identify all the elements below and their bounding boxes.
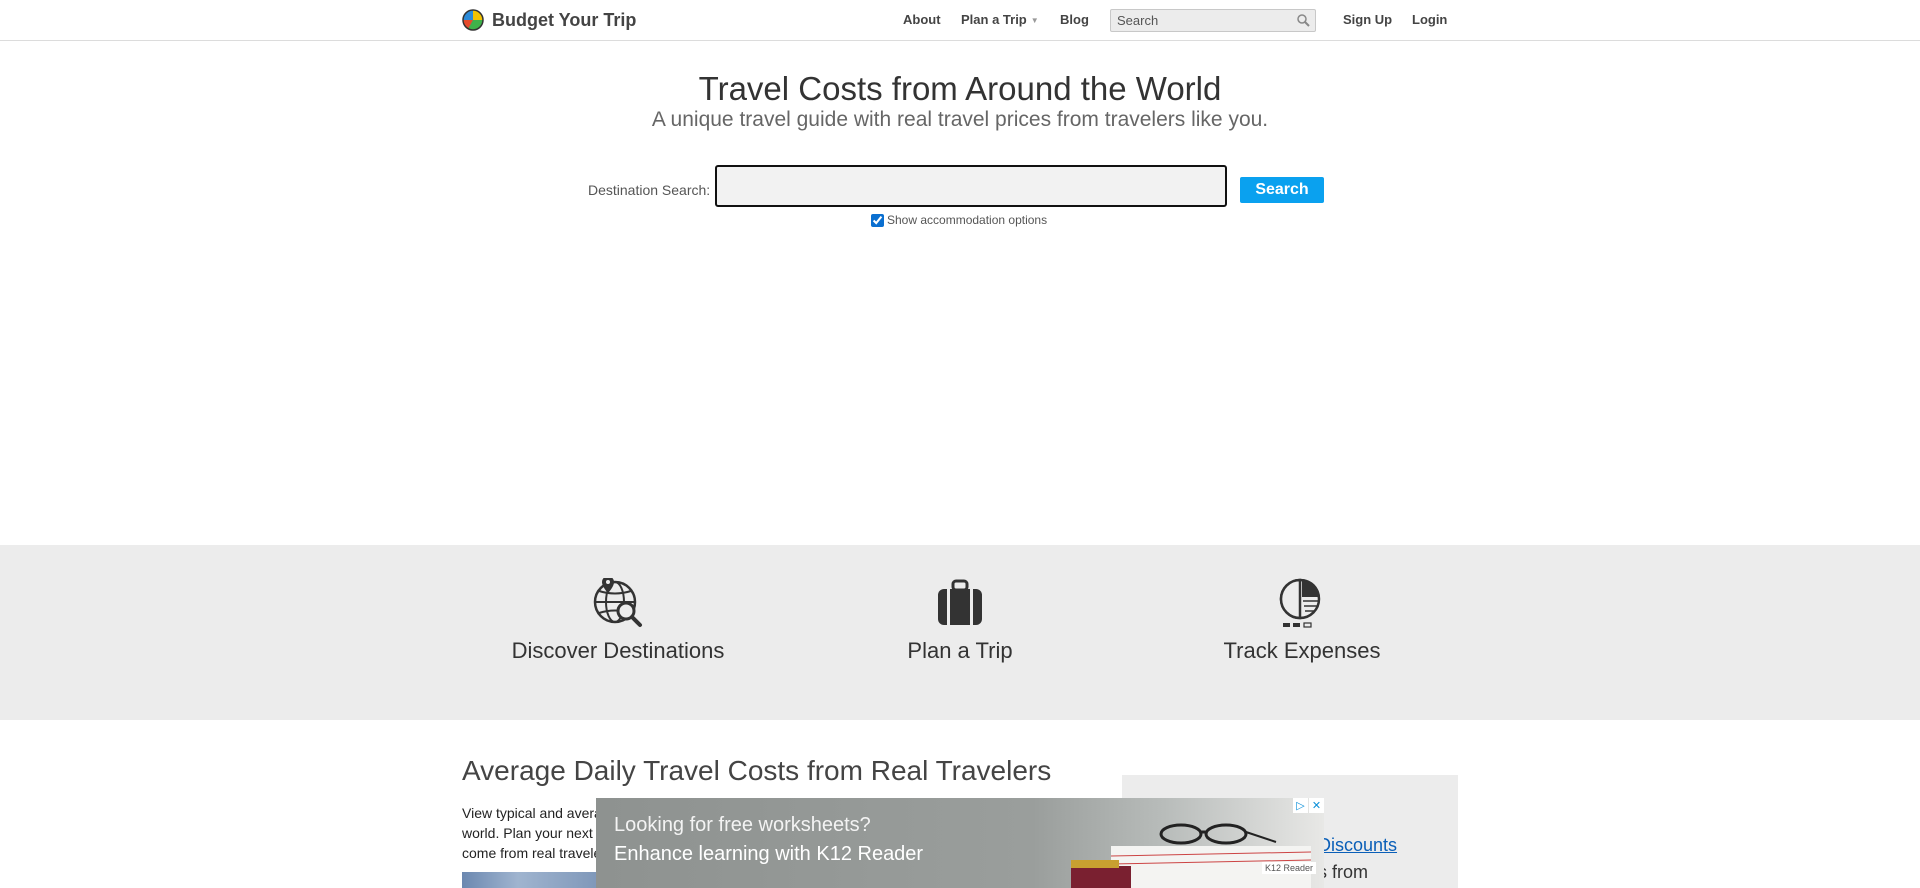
header-search-input[interactable] [1111, 10, 1291, 31]
feature-plan-a-trip[interactable]: Plan a Trip [810, 578, 1110, 664]
adchoices-icon[interactable]: ▷ [1293, 798, 1308, 813]
close-icon[interactable]: ✕ [1309, 798, 1324, 813]
header-search [1110, 9, 1316, 32]
ad-headline: Looking for free worksheets? [614, 814, 871, 836]
destination-search-button[interactable]: Search [1240, 177, 1324, 203]
features-band: Discover Destinations Plan a Trip Track … [0, 545, 1920, 720]
body-line: world. Plan your next [462, 825, 593, 841]
nav-plan-a-trip[interactable]: Plan a Trip ▼ [961, 12, 1039, 27]
section-body-text: View typical and avera world. Plan your … [462, 803, 612, 863]
destination-search-input[interactable] [715, 165, 1227, 207]
site-header: Budget Your Trip About Plan a Trip ▼ Blog… [0, 0, 1920, 41]
page-title: Travel Costs from Around the World [698, 70, 1222, 107]
accommodation-checkbox[interactable] [871, 213, 884, 227]
globe-logo-icon [462, 9, 484, 31]
nav-login[interactable]: Login [1412, 12, 1447, 27]
search-icon[interactable] [1296, 13, 1311, 28]
feature-label: Track Expenses [1223, 638, 1381, 663]
ad-brand-logo: K12 Reader [1261, 862, 1316, 874]
accommodation-label: Show accommodation options [887, 213, 1048, 227]
ad-controls: ▷ ✕ [1292, 798, 1324, 813]
body-line: View typical and avera [462, 805, 602, 821]
brand-name: Budget Your Trip [492, 9, 637, 30]
nav-about[interactable]: About [903, 12, 941, 27]
nav-sign-up[interactable]: Sign Up [1343, 12, 1392, 27]
nav-blog[interactable]: Blog [1060, 12, 1089, 27]
sidebar-text: s from [1318, 862, 1369, 882]
discounts-link[interactable]: Discounts [1318, 835, 1397, 856]
section-title: Average Daily Travel Costs from Real Tra… [462, 755, 1052, 786]
feature-label: Discover Destinations [511, 638, 725, 663]
page-subtitle: A unique travel guide with real travel p… [651, 108, 1269, 131]
pie-chart-icon [1279, 578, 1321, 628]
globe-search-icon [593, 578, 642, 627]
destination-search-label: Destination Search: [588, 182, 711, 198]
advertisement-banner[interactable]: Looking for free worksheets? Enhance lea… [596, 798, 1324, 888]
caret-down-icon: ▼ [1030, 16, 1039, 26]
body-line: come from real travele [462, 845, 602, 861]
destination-thumbnail[interactable] [462, 872, 602, 888]
ad-tagline: Enhance learning with K12 Reader [614, 843, 924, 865]
feature-track-expenses[interactable]: Track Expenses [1152, 578, 1452, 664]
suitcase-icon [938, 579, 982, 625]
accommodation-option: Show accommodation options [871, 213, 1047, 227]
nav-plan-a-trip-label: Plan a Trip [961, 12, 1027, 27]
brand[interactable]: Budget Your Trip [462, 9, 636, 31]
feature-label: Plan a Trip [907, 638, 1013, 663]
feature-discover-destinations[interactable]: Discover Destinations [468, 578, 768, 664]
ad-worksheets-image [1071, 823, 1311, 888]
